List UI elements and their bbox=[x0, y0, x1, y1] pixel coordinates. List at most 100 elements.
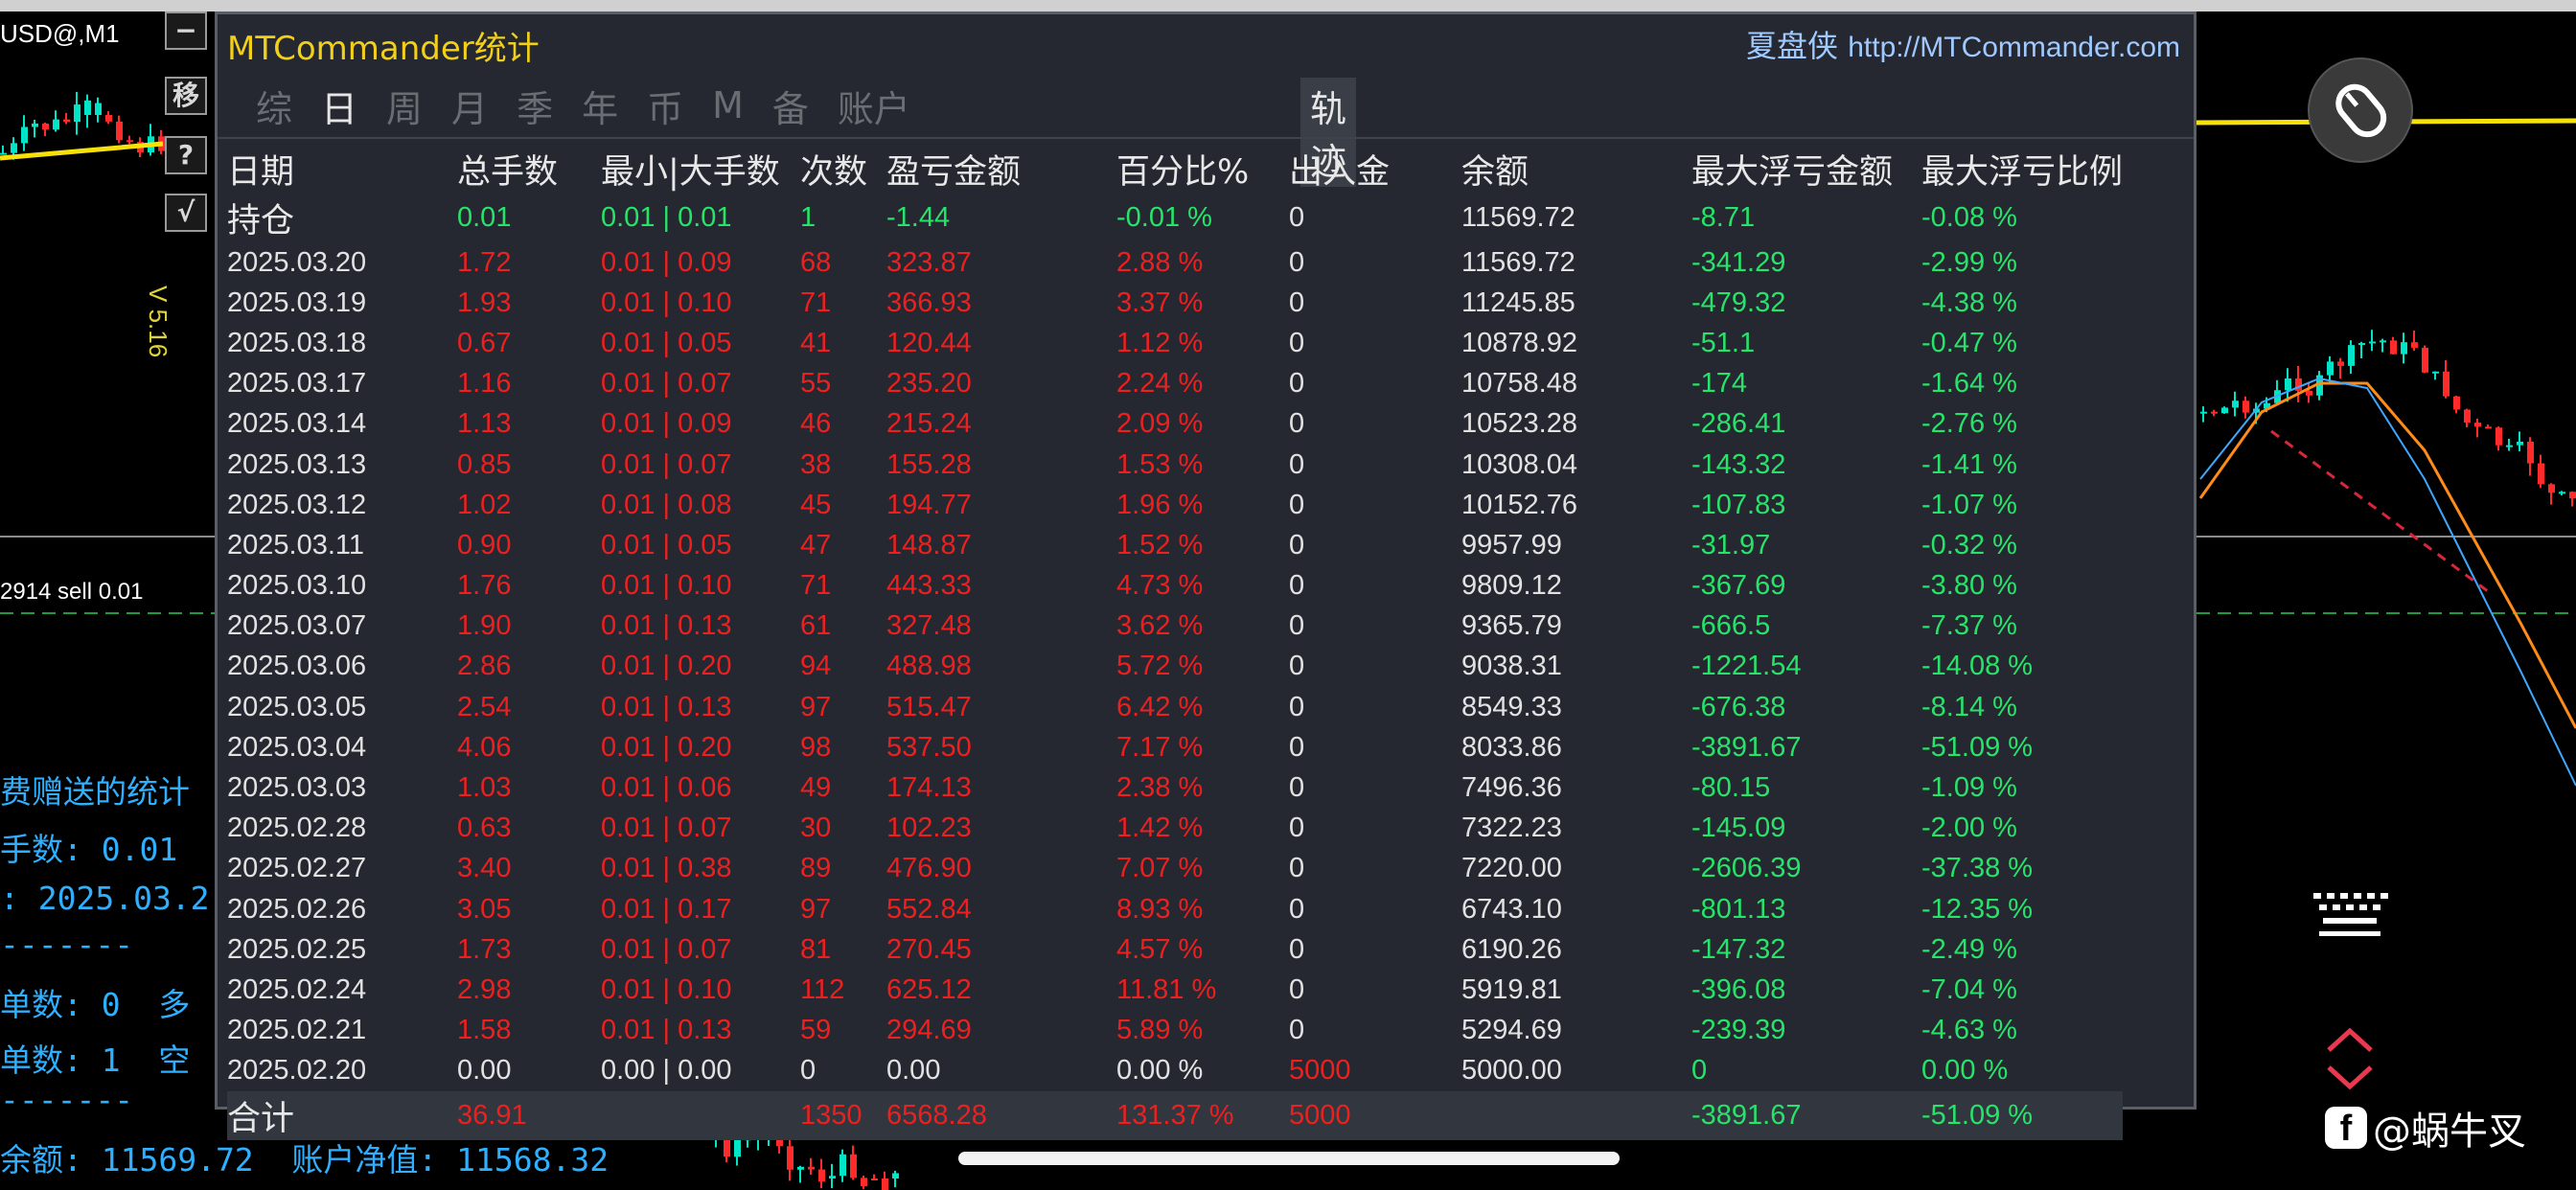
row-total-lots: 1.73 bbox=[457, 933, 512, 965]
row-balance: 5000.00 bbox=[1461, 1055, 1562, 1087]
table-row[interactable]: 2025.03.11 0.90 0.01 | 0.05 47 148.87 1.52 % 0… bbox=[227, 525, 2123, 565]
table-row[interactable]: 2025.03.10 1.76 0.01 | 0.10 71 443.33 4.73 % 0… bbox=[227, 566, 2123, 606]
table-row[interactable]: 2025.03.20 1.72 0.01 | 0.09 68 323.87 2.88 % 0… bbox=[227, 242, 2123, 283]
row-max-floating-loss: -801.13 bbox=[1691, 893, 1786, 925]
confirm-button[interactable]: √ bbox=[165, 194, 207, 232]
holding-row[interactable]: 持仓 0.01 0.01 | 0.01 1 -1.44 -0.01 % 0 11… bbox=[227, 194, 2123, 242]
row-profit-loss: 120.44 bbox=[886, 327, 972, 358]
table-row[interactable]: 2025.03.06 2.86 0.01 | 0.20 94 488.98 5.72 % 0… bbox=[227, 647, 2123, 687]
move-button[interactable]: 移 bbox=[165, 77, 207, 115]
table-row[interactable]: 2025.02.27 3.40 0.01 | 0.38 89 476.90 7.07 % 0… bbox=[227, 849, 2123, 889]
tab-summary[interactable]: 综 bbox=[256, 80, 292, 132]
tab-year[interactable]: 年 bbox=[582, 80, 618, 132]
row-balance: 11245.85 bbox=[1461, 286, 1576, 318]
row-count: 47 bbox=[800, 529, 832, 561]
candle-body bbox=[2548, 484, 2555, 493]
tab-backup[interactable]: 备 bbox=[772, 80, 809, 132]
total-deposit-withdraw: 5000 bbox=[1289, 1090, 1461, 1140]
header-max-floating-ratio: 最大浮亏比例 bbox=[1921, 153, 2124, 192]
row-max-floating-ratio: -1.09 % bbox=[1921, 772, 2017, 804]
candle-body bbox=[2506, 445, 2513, 447]
minimize-button[interactable]: − bbox=[165, 11, 207, 50]
row-max-floating-loss: -367.69 bbox=[1691, 570, 1786, 602]
window-top-border bbox=[0, 0, 2576, 11]
table-row[interactable]: 2025.02.25 1.73 0.01 | 0.07 81 270.45 4.57 % 0… bbox=[227, 929, 2123, 970]
table-row[interactable]: 2025.03.04 4.06 0.01 | 0.20 98 537.50 7.17 % 0… bbox=[227, 727, 2123, 767]
table-row[interactable]: 2025.02.24 2.98 0.01 | 0.10 112 625.12 11.81 … bbox=[227, 970, 2123, 1010]
row-deposit-withdraw: 0 bbox=[1289, 1015, 1305, 1046]
table-row[interactable]: 2025.02.20 0.00 0.00 | 0.00 0 0.00 0.00 % 5000… bbox=[227, 1051, 2123, 1091]
row-min-max-lots: 0.00 | 0.00 bbox=[601, 1055, 732, 1087]
table-row[interactable]: 2025.03.03 1.03 0.01 | 0.06 49 174.13 2.38 % 0… bbox=[227, 767, 2123, 808]
total-count: 1350 bbox=[800, 1090, 886, 1140]
left-info-line: 费赠送的统计 bbox=[0, 773, 190, 811]
row-max-floating-loss: -1221.54 bbox=[1691, 651, 1802, 682]
candle-body bbox=[787, 1146, 794, 1170]
tab-quarter[interactable]: 季 bbox=[517, 80, 553, 132]
candle-body bbox=[840, 1154, 846, 1177]
help-button[interactable]: ? bbox=[165, 136, 207, 174]
row-percent: 2.88 % bbox=[1116, 246, 1204, 278]
facebook-logo-icon: f bbox=[2325, 1107, 2367, 1149]
row-count: 59 bbox=[800, 1015, 832, 1046]
total-max-floating-ratio: -51.09 % bbox=[1921, 1090, 2124, 1140]
candle-body bbox=[2432, 371, 2439, 374]
candle-body bbox=[2517, 441, 2523, 446]
row-max-floating-loss: 0 bbox=[1691, 1055, 1708, 1087]
tab-month[interactable]: 月 bbox=[451, 80, 488, 132]
total-balance bbox=[1461, 1090, 1691, 1140]
row-max-floating-ratio: -1.07 % bbox=[1921, 489, 2017, 520]
keyboard-icon[interactable] bbox=[2310, 889, 2390, 941]
header-date: 日期 bbox=[227, 153, 295, 192]
tab-currency[interactable]: 币 bbox=[647, 80, 683, 132]
table-row[interactable]: 2025.03.18 0.67 0.01 | 0.05 41 120.44 1.12 % 0… bbox=[227, 323, 2123, 363]
holding-deposit-withdraw: 0 bbox=[1289, 202, 1305, 233]
row-count: 0 bbox=[800, 1055, 816, 1087]
row-percent: 3.37 % bbox=[1116, 286, 1204, 318]
row-total-lots: 2.98 bbox=[457, 973, 512, 1005]
period-tabs: 综 日 周 月 季 年 币 M 备 账户 轨迹 bbox=[256, 78, 1357, 187]
table-row[interactable]: 2025.03.12 1.02 0.01 | 0.08 45 194.77 1.96 % 0… bbox=[227, 485, 2123, 525]
home-indicator[interactable] bbox=[958, 1152, 1620, 1165]
row-max-floating-loss: -676.38 bbox=[1691, 691, 1786, 722]
table-row[interactable]: 2025.02.21 1.58 0.01 | 0.13 59 294.69 5.89 % 0… bbox=[227, 1011, 2123, 1051]
tab-day[interactable]: 日 bbox=[321, 80, 357, 132]
table-row[interactable]: 2025.02.28 0.63 0.01 | 0.07 30 102.23 1.42 % 0… bbox=[227, 809, 2123, 849]
row-deposit-withdraw: 0 bbox=[1289, 853, 1305, 884]
table-row[interactable]: 2025.03.17 1.16 0.01 | 0.07 55 235.20 2.24 % 0… bbox=[227, 364, 2123, 404]
table-row[interactable]: 2025.03.19 1.93 0.01 | 0.10 71 366.93 3.37 % 0… bbox=[227, 283, 2123, 323]
row-max-floating-loss: -286.41 bbox=[1691, 408, 1786, 440]
row-max-floating-loss: -107.83 bbox=[1691, 489, 1786, 520]
row-percent: 6.42 % bbox=[1116, 691, 1204, 722]
row-percent: 1.96 % bbox=[1116, 489, 1204, 520]
tab-account[interactable]: 账户 bbox=[838, 80, 910, 132]
brand-url-link[interactable]: http://MTCommander.com bbox=[1848, 32, 2180, 63]
candle-body bbox=[2327, 361, 2334, 376]
row-percent: 0.00 % bbox=[1116, 1055, 1204, 1087]
row-max-floating-loss: -147.32 bbox=[1691, 933, 1786, 965]
candle-body bbox=[818, 1169, 825, 1182]
table-row[interactable]: 2025.03.05 2.54 0.01 | 0.13 97 515.47 6.42 % 0… bbox=[227, 687, 2123, 727]
tab-week[interactable]: 周 bbox=[386, 80, 423, 132]
table-row[interactable]: 2025.03.07 1.90 0.01 | 0.13 61 327.48 3.62 % 0… bbox=[227, 606, 2123, 647]
row-count: 30 bbox=[800, 812, 832, 844]
row-total-lots: 2.86 bbox=[457, 651, 512, 682]
table-row[interactable]: 2025.03.13 0.85 0.01 | 0.07 38 155.28 1.53 % 0… bbox=[227, 445, 2123, 485]
row-min-max-lots: 0.01 | 0.13 bbox=[601, 691, 732, 722]
nav-chevron-icon[interactable] bbox=[2323, 1025, 2377, 1092]
table-row[interactable]: 2025.02.26 3.05 0.01 | 0.17 97 552.84 8.93 % 0… bbox=[227, 889, 2123, 929]
left-info-line: : 2025.03.2 bbox=[0, 880, 210, 917]
row-balance: 5919.81 bbox=[1461, 973, 1562, 1005]
row-count: 46 bbox=[800, 408, 832, 440]
panel-brand: 夏盘侠 http://MTCommander.com bbox=[1746, 22, 2180, 66]
floating-mouse-button[interactable] bbox=[2308, 57, 2413, 163]
row-balance: 10308.04 bbox=[1461, 448, 1577, 480]
total-percent: 131.37 % bbox=[1116, 1090, 1289, 1140]
table-row[interactable]: 2025.03.14 1.13 0.01 | 0.09 46 215.24 2.09 % 0… bbox=[227, 404, 2123, 445]
tab-m[interactable]: M bbox=[712, 84, 744, 126]
left-info-line: 余额: 11569.72 账户净值: 11568.32 bbox=[0, 1141, 610, 1179]
row-max-floating-ratio: -12.35 % bbox=[1921, 893, 2034, 925]
row-max-floating-ratio: -7.37 % bbox=[1921, 610, 2017, 642]
row-max-floating-ratio: -2.49 % bbox=[1921, 933, 2017, 965]
row-deposit-withdraw: 0 bbox=[1289, 893, 1305, 925]
